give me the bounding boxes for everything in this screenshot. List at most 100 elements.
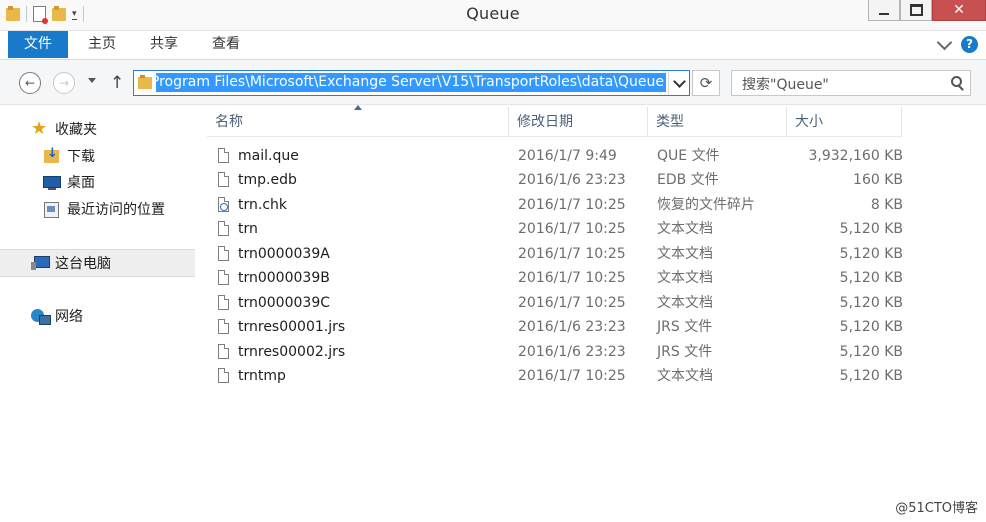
file-row[interactable]: trnres00001.jrs 2016/1/6 23:23 JRS 文件 5,… xyxy=(207,315,903,339)
window-controls: ✕ xyxy=(868,0,986,21)
file-type: 文本文档 xyxy=(657,368,713,384)
sidebar-item-label: 下载 xyxy=(67,149,95,165)
search-input[interactable]: 搜索"Queue" xyxy=(731,70,971,96)
sidebar-item-network[interactable]: 网络 xyxy=(0,303,221,329)
forward-button[interactable]: → xyxy=(53,72,75,94)
file-name: tmp.edb xyxy=(238,172,297,188)
chevron-down-icon xyxy=(672,74,686,88)
refresh-icon: ⟳ xyxy=(699,74,713,92)
file-date: 2016/1/6 23:23 xyxy=(518,319,626,335)
column-header-type[interactable]: 类型 xyxy=(648,107,787,137)
file-date: 2016/1/7 10:25 xyxy=(518,221,626,237)
file-row[interactable]: tmp.edb 2016/1/6 23:23 EDB 文件 160 KB xyxy=(207,168,903,192)
file-date: 2016/1/6 23:23 xyxy=(518,172,626,188)
address-path[interactable]: C:\Program Files\Microsoft\Exchange Serv… xyxy=(156,73,666,92)
file-date: 2016/1/7 10:25 xyxy=(518,368,626,384)
tab-home[interactable]: 主页 xyxy=(72,31,132,58)
file-type: 恢复的文件碎片 xyxy=(657,197,755,213)
file-row[interactable]: trntmp 2016/1/7 10:25 文本文档 5,120 KB xyxy=(207,364,903,388)
recent-places-icon xyxy=(43,201,61,218)
text-file-icon xyxy=(218,221,229,236)
address-bar[interactable]: C:\Program Files\Microsoft\Exchange Serv… xyxy=(133,70,690,96)
sidebar-item-label: 收藏夹 xyxy=(55,122,97,138)
back-button[interactable]: ← xyxy=(19,72,41,94)
text-file-icon xyxy=(218,270,229,285)
title-bar: ▾ Queue ✕ xyxy=(0,0,986,31)
chk-file-icon xyxy=(218,197,229,212)
downloads-icon xyxy=(43,146,61,164)
generic-file-icon xyxy=(218,344,229,359)
file-name: trnres00002.jrs xyxy=(238,344,346,360)
file-row[interactable]: trn0000039C 2016/1/7 10:25 文本文档 5,120 KB xyxy=(207,291,903,315)
file-name: trn.chk xyxy=(238,197,287,213)
column-header-size[interactable]: 大小 xyxy=(787,107,902,137)
close-icon: ✕ xyxy=(953,2,965,18)
desktop-icon xyxy=(43,174,61,190)
navigation-pane: 收藏夹 下载 桌面 最近访问的位置 这台电脑 网络 xyxy=(0,105,221,522)
sidebar-item-label: 这台电脑 xyxy=(55,256,111,272)
file-date: 2016/1/7 10:25 xyxy=(518,246,626,262)
close-button[interactable]: ✕ xyxy=(932,0,986,21)
minimize-icon xyxy=(879,13,889,15)
sidebar-item-label: 桌面 xyxy=(67,175,95,191)
network-icon xyxy=(31,308,51,325)
file-name: trntmp xyxy=(238,368,286,384)
arrow-right-icon: → xyxy=(58,76,70,90)
file-name: trnres00001.jrs xyxy=(238,319,346,335)
expand-ribbon-chevron-icon[interactable] xyxy=(936,34,953,51)
file-row[interactable]: trn0000039B 2016/1/7 10:25 文本文档 5,120 KB xyxy=(207,266,903,290)
sidebar-item-favorites[interactable]: 收藏夹 xyxy=(0,116,221,142)
file-size: 160 KB xyxy=(853,172,903,188)
file-date: 2016/1/7 10:25 xyxy=(518,295,626,311)
file-date: 2016/1/6 23:23 xyxy=(518,344,626,360)
tab-share[interactable]: 共享 xyxy=(134,31,194,58)
file-name: trn xyxy=(238,221,258,237)
computer-icon xyxy=(31,255,50,271)
file-type: EDB 文件 xyxy=(657,172,719,188)
file-type: 文本文档 xyxy=(657,246,713,262)
recent-locations-chevron-icon[interactable] xyxy=(88,78,96,83)
file-name: mail.que xyxy=(238,148,299,164)
text-file-icon xyxy=(218,368,229,383)
file-size: 5,120 KB xyxy=(839,270,903,286)
file-size: 5,120 KB xyxy=(839,368,903,384)
file-size: 5,120 KB xyxy=(839,295,903,311)
file-type: 文本文档 xyxy=(657,221,713,237)
file-type: JRS 文件 xyxy=(657,319,713,335)
minimize-button[interactable] xyxy=(868,0,900,21)
file-name: trn0000039A xyxy=(238,246,330,262)
search-icon[interactable] xyxy=(951,76,962,87)
file-size: 5,120 KB xyxy=(839,246,903,262)
file-size: 5,120 KB xyxy=(839,344,903,360)
file-row[interactable]: trn.chk 2016/1/7 10:25 恢复的文件碎片 8 KB xyxy=(207,193,903,217)
maximize-button[interactable] xyxy=(900,0,932,21)
help-icon[interactable]: ? xyxy=(961,36,978,53)
up-arrow-icon[interactable]: ↑ xyxy=(110,73,124,93)
file-size: 8 KB xyxy=(870,197,903,213)
sidebar-item-this-pc[interactable]: 这台电脑 xyxy=(0,249,221,277)
tab-file[interactable]: 文件 xyxy=(8,31,68,58)
column-header-name[interactable]: 名称 xyxy=(207,107,509,137)
file-name: trn0000039B xyxy=(238,270,330,286)
file-size: 3,932,160 KB xyxy=(808,148,904,164)
watermark: @51CTO博客 xyxy=(895,501,978,516)
column-header-date-modified[interactable]: 修改日期 xyxy=(509,107,648,137)
sidebar-item-label: 最近访问的位置 xyxy=(67,202,165,218)
file-type: QUE 文件 xyxy=(657,148,720,164)
text-file-icon xyxy=(218,246,229,261)
ribbon-tabs: 文件 主页 共享 查看 ? xyxy=(0,31,986,60)
text-file-icon xyxy=(218,295,229,310)
star-icon xyxy=(31,118,49,139)
file-row[interactable]: trnres00002.jrs 2016/1/6 23:23 JRS 文件 5,… xyxy=(207,340,903,364)
file-row[interactable]: trn 2016/1/7 10:25 文本文档 5,120 KB xyxy=(207,217,903,241)
file-size: 5,120 KB xyxy=(839,221,903,237)
address-history-dropdown[interactable] xyxy=(668,71,689,95)
file-row[interactable]: mail.que 2016/1/7 9:49 QUE 文件 3,932,160 … xyxy=(207,144,904,168)
file-size: 5,120 KB xyxy=(839,319,903,335)
file-row[interactable]: trn0000039A 2016/1/7 10:25 文本文档 5,120 KB xyxy=(207,242,903,266)
file-date: 2016/1/7 10:25 xyxy=(518,270,626,286)
refresh-button[interactable]: ⟳ xyxy=(692,70,720,96)
tab-view[interactable]: 查看 xyxy=(196,31,256,58)
file-date: 2016/1/7 10:25 xyxy=(518,197,626,213)
navigation-bar: ← → ↑ C:\Program Files\Microsoft\Exchang… xyxy=(0,60,986,105)
